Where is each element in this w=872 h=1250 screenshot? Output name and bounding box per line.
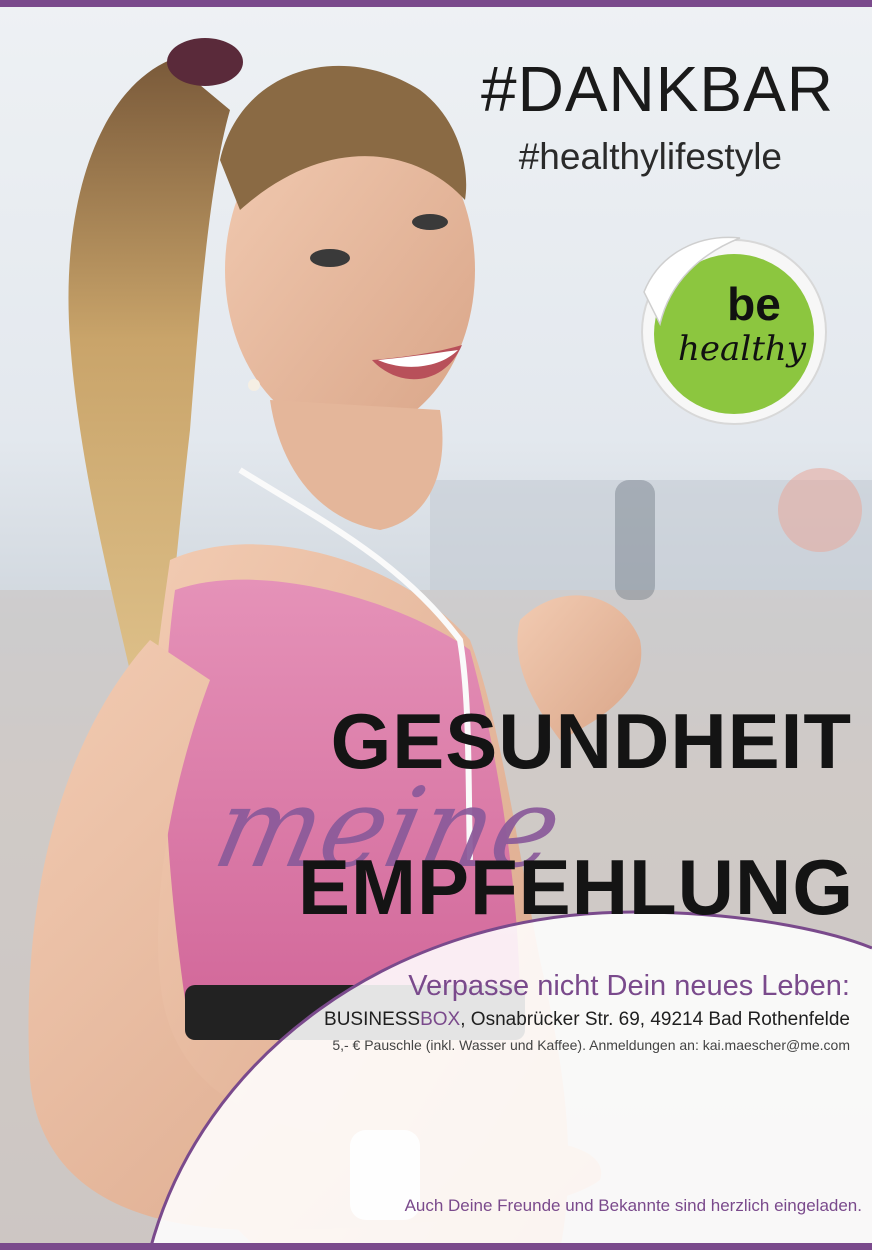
be-healthy-sticker: be healthy	[641, 236, 827, 425]
tagline: Verpasse nicht Dein neues Leben:	[408, 970, 850, 1002]
bottom-border-bar	[0, 1243, 872, 1250]
venue-address: BUSINESSBOX, Osnabrücker Str. 69, 49214 …	[324, 1009, 850, 1031]
poster: #DANKBAR #healthylifestyle be healthy GE…	[0, 0, 872, 1250]
sticker-be-text: be	[727, 278, 781, 330]
headline-empfehlung: EMPFEHLUNG	[298, 843, 854, 931]
hashtag-healthylifestyle: #healthylifestyle	[518, 136, 782, 177]
address-text: , Osnabrücker Str. 69, 49214 Bad Rothenf…	[460, 1009, 850, 1030]
info-panel-arc	[148, 910, 872, 1250]
venue-business: BUSINESS	[324, 1009, 421, 1030]
venue-box: BOX	[420, 1009, 461, 1030]
headline-dankbar: #DANKBAR	[481, 53, 834, 125]
sticker-healthy-text: healthy	[678, 329, 807, 369]
price-note: 5,- € Pauschle (inkl. Wasser und Kaffee)…	[332, 1037, 850, 1053]
top-border-bar	[0, 0, 872, 7]
footer-invite: Auch Deine Freunde und Bekannte sind her…	[404, 1196, 862, 1215]
